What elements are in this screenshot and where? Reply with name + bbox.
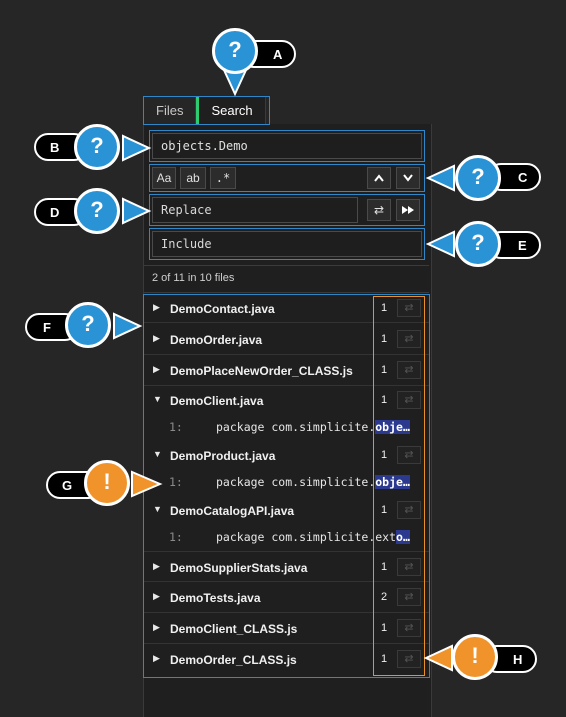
chevron-down-icon xyxy=(403,174,413,182)
file-name: DemoCatalogAPI.java xyxy=(170,504,295,518)
whole-word-button[interactable]: ab xyxy=(180,167,206,189)
result-file-row[interactable]: ▼ DemoCatalogAPI.java 1 ⇄ xyxy=(144,496,429,524)
line-number: 1: xyxy=(169,475,183,489)
match-count: 1 xyxy=(381,622,388,634)
result-file-row[interactable]: ▶ DemoPlaceNewOrder_CLASS.js 1 ⇄ xyxy=(144,355,429,386)
collapse-icon[interactable]: ▼ xyxy=(153,394,162,404)
divider xyxy=(144,265,429,266)
result-file-row[interactable]: ▶ DemoSupplierStats.java 1 ⇄ xyxy=(144,551,429,582)
tab-files[interactable]: Files xyxy=(143,96,197,124)
match-count: 1 xyxy=(381,333,388,345)
file-name: DemoOrder_CLASS.js xyxy=(170,653,297,667)
replace-file-button[interactable]: ⇄ xyxy=(397,501,421,519)
replace-one-button[interactable]: ⇄ xyxy=(367,199,391,221)
file-name: DemoOrder.java xyxy=(170,333,263,347)
match-count: 1 xyxy=(381,561,388,573)
file-name: DemoSupplierStats.java xyxy=(170,561,308,575)
match-text: package com.simplicite.exto… xyxy=(216,530,410,544)
match-count: 1 xyxy=(381,364,388,376)
help-icon: ? xyxy=(74,124,120,170)
line-number: 1: xyxy=(169,420,183,434)
next-match-button[interactable] xyxy=(396,167,420,189)
match-text: package com.simplicite.obje… xyxy=(216,420,410,434)
expand-icon[interactable]: ▶ xyxy=(153,364,160,375)
file-name: DemoContact.java xyxy=(170,302,275,316)
help-icon: ? xyxy=(74,188,120,234)
line-number: 1: xyxy=(169,530,183,544)
result-file-row[interactable]: ▶ DemoClient_CLASS.js 1 ⇄ xyxy=(144,613,429,644)
regex-button[interactable]: .* xyxy=(210,167,236,189)
result-file-row[interactable]: ▶ DemoContact.java 1 ⇄ xyxy=(144,294,429,323)
help-icon: ? xyxy=(65,302,111,348)
replace-file-button[interactable]: ⇄ xyxy=(397,588,421,606)
replace-file-button[interactable]: ⇄ xyxy=(397,558,421,576)
chevron-up-icon xyxy=(374,174,384,182)
match-count: 2 xyxy=(381,591,388,603)
result-file-row[interactable]: ▶ DemoOrder.java 1 ⇄ xyxy=(144,324,429,355)
expand-icon[interactable]: ▶ xyxy=(153,653,160,664)
result-file-row[interactable]: ▶ DemoTests.java 2 ⇄ xyxy=(144,582,429,613)
replace-all-button[interactable] xyxy=(396,199,420,221)
match-line[interactable]: 1: package com.simplicite.obje… xyxy=(144,415,429,439)
file-name: DemoClient_CLASS.js xyxy=(170,622,298,636)
replace-file-button[interactable]: ⇄ xyxy=(397,391,421,409)
match-line[interactable]: 1: package com.simplicite.obje… xyxy=(144,470,429,494)
replace-input[interactable]: Replace xyxy=(152,197,358,223)
results-status: 2 of 11 in 10 files xyxy=(152,272,235,284)
match-count: 1 xyxy=(381,302,388,314)
file-name: DemoClient.java xyxy=(170,394,264,408)
match-count: 1 xyxy=(381,394,388,406)
expand-icon[interactable]: ▶ xyxy=(153,561,160,572)
file-name: DemoTests.java xyxy=(170,591,261,605)
match-text: package com.simplicite.obje… xyxy=(216,475,410,489)
replace-file-button[interactable]: ⇄ xyxy=(397,446,421,464)
replace-file-button[interactable]: ⇄ xyxy=(397,650,421,668)
replace-file-button[interactable]: ⇄ xyxy=(397,619,421,637)
match-case-button[interactable]: Aa xyxy=(152,167,176,189)
collapse-icon[interactable]: ▼ xyxy=(153,449,162,459)
help-icon: ? xyxy=(455,155,501,201)
result-file-row[interactable]: ▼ DemoProduct.java 1 ⇄ xyxy=(144,441,429,469)
replace-file-button[interactable]: ⇄ xyxy=(397,330,421,348)
replace-file-button[interactable]: ⇄ xyxy=(397,361,421,379)
match-count: 1 xyxy=(381,449,388,461)
warning-icon: ! xyxy=(84,460,130,506)
include-input[interactable]: Include xyxy=(152,231,422,257)
match-line[interactable]: 1: package com.simplicite.exto… xyxy=(144,525,429,549)
result-file-row[interactable]: ▼ DemoClient.java 1 ⇄ xyxy=(144,386,429,414)
match-count: 1 xyxy=(381,653,388,665)
expand-icon[interactable]: ▶ xyxy=(153,302,160,313)
previous-match-button[interactable] xyxy=(367,167,391,189)
fast-forward-icon xyxy=(402,206,414,214)
match-count: 1 xyxy=(381,504,388,516)
help-icon: ? xyxy=(455,221,501,267)
result-file-row[interactable]: ▶ DemoOrder_CLASS.js 1 ⇄ xyxy=(144,644,429,675)
expand-icon[interactable]: ▶ xyxy=(153,591,160,602)
divider xyxy=(144,292,429,293)
expand-icon[interactable]: ▶ xyxy=(153,622,160,633)
search-input[interactable]: objects.Demo xyxy=(152,133,422,159)
replace-icon: ⇄ xyxy=(373,203,385,217)
help-icon: ? xyxy=(212,28,258,74)
replace-file-button[interactable]: ⇄ xyxy=(397,299,421,317)
warning-icon: ! xyxy=(452,634,498,680)
file-name: DemoProduct.java xyxy=(170,449,276,463)
file-name: DemoPlaceNewOrder_CLASS.js xyxy=(170,364,353,378)
expand-icon[interactable]: ▶ xyxy=(153,333,160,344)
